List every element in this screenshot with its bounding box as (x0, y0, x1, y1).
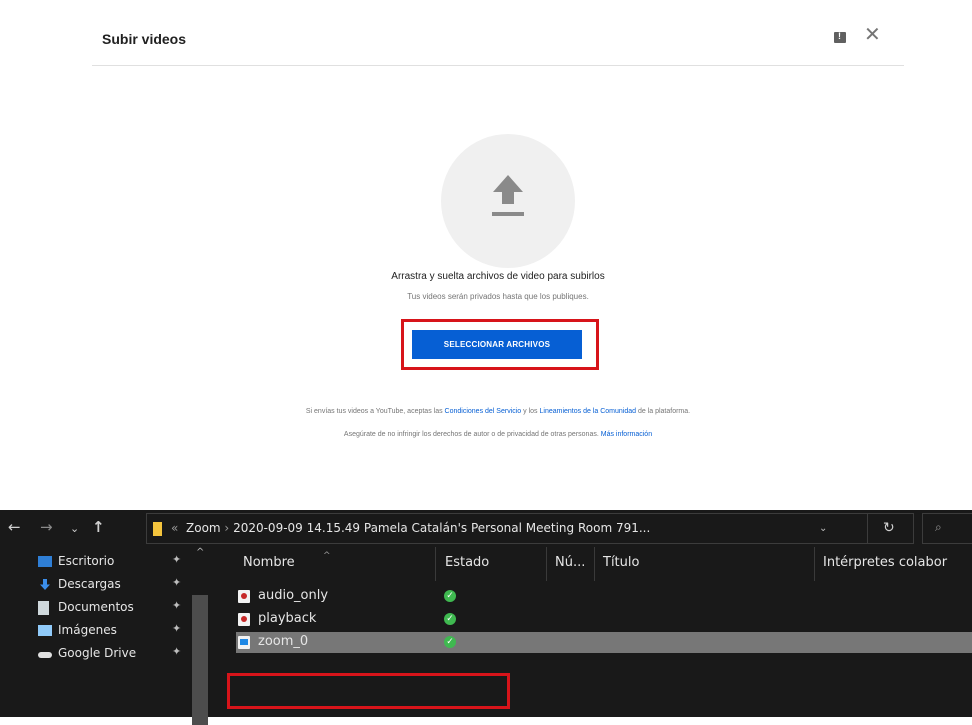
sidebar-item-google-drive[interactable]: Google Drive ✦ (38, 644, 198, 666)
column-label: Nombre (243, 555, 295, 570)
pictures-icon (38, 625, 52, 636)
sort-ascending-icon: ^ (323, 551, 331, 561)
file-row-highlight (227, 673, 510, 709)
sidebar-item-label: Descargas (58, 577, 121, 591)
address-bar-row: ← → ⌄ ↑ « Zoom › 2020-09-09 14.15.49 Pam… (0, 510, 972, 547)
breadcrumb-zoom[interactable]: Zoom (186, 521, 221, 535)
terms-notice: Si envías tus videos a YouTube, aceptas … (92, 408, 904, 415)
refresh-button[interactable]: ↻ (868, 513, 914, 544)
upload-drop-zone[interactable] (441, 134, 575, 268)
file-row[interactable]: audio_only ✓ (236, 586, 972, 607)
file-row[interactable]: playback ✓ (236, 609, 972, 630)
audio-file-icon (238, 613, 250, 626)
forward-arrow-icon[interactable]: → (40, 519, 53, 535)
column-estado[interactable]: Estado (445, 555, 489, 570)
file-name: playback (258, 611, 317, 626)
pin-icon: ✦ (172, 622, 182, 635)
copyright-text: Asegúrate de no infringir los derechos d… (343, 431, 601, 438)
close-icon[interactable]: ✕ (864, 25, 881, 45)
address-bar[interactable]: « Zoom › 2020-09-09 14.15.49 Pamela Cata… (146, 513, 868, 544)
terms-prefix: Si envías tus videos a YouTube, aceptas … (305, 408, 445, 415)
sidebar-item-imagenes[interactable]: Imágenes ✦ (38, 621, 198, 643)
dialog-header: Subir videos ✕ (92, 10, 904, 66)
column-divider[interactable] (814, 547, 815, 581)
documents-icon (38, 601, 49, 615)
copyright-notice: Asegúrate de no infringir los derechos d… (92, 431, 904, 438)
up-arrow-icon[interactable]: ↑ (92, 519, 105, 535)
search-input[interactable]: ⌕ (922, 513, 972, 544)
address-dropdown-icon[interactable]: ⌄ (819, 523, 827, 534)
downloads-icon (40, 579, 50, 590)
column-divider[interactable] (594, 547, 595, 581)
more-info-link[interactable]: Más información (601, 431, 652, 438)
sidebar-item-descargas[interactable]: Descargas ✦ (38, 575, 198, 597)
search-icon: ⌕ (935, 520, 942, 534)
column-headers: ^ Nombre Estado Nú... Título Intérpretes… (213, 547, 972, 581)
community-guidelines-link[interactable]: Lineamientos de la Comunidad (540, 408, 637, 415)
breadcrumb-folder[interactable]: 2020-09-09 14.15.49 Pamela Catalán's Per… (233, 521, 650, 535)
column-nombre[interactable]: ^ Nombre (243, 551, 331, 570)
terms-middle: y los (521, 408, 540, 415)
sidebar-item-label: Google Drive (58, 646, 137, 660)
file-name: zoom_0 (258, 634, 309, 649)
column-divider[interactable] (546, 547, 547, 581)
sync-status-icon: ✓ (444, 613, 456, 625)
pin-icon: ✦ (172, 576, 182, 589)
sync-status-icon: ✓ (444, 636, 456, 648)
column-divider[interactable] (435, 547, 436, 581)
file-row-selected[interactable]: zoom_0 ✓ (236, 632, 972, 653)
desktop-icon (38, 556, 52, 567)
column-titulo[interactable]: Título (603, 555, 639, 570)
navigation-pane: ^ Escritorio ✦ Descargas ✦ Documentos ✦ … (0, 547, 213, 725)
breadcrumb-separator[interactable]: › (224, 521, 229, 535)
google-drive-icon (38, 652, 52, 658)
pin-icon: ✦ (172, 599, 182, 612)
column-numero[interactable]: Nú... (555, 555, 585, 570)
column-interpretes[interactable]: Intérpretes colabor (823, 555, 947, 570)
feedback-icon[interactable] (834, 31, 846, 43)
back-arrow-icon[interactable]: ← (8, 519, 21, 535)
privacy-note: Tus videos serán privados hasta que los … (407, 292, 589, 301)
sidebar-item-escritorio[interactable]: Escritorio ✦ (38, 552, 198, 574)
sidebar-item-label: Documentos (58, 600, 134, 614)
recent-locations-icon[interactable]: ⌄ (70, 521, 79, 537)
sidebar-item-label: Imágenes (58, 623, 117, 637)
upload-dialog: Subir videos ✕ Arrastra y suelta archivo… (92, 10, 904, 468)
terms-of-service-link[interactable]: Condiciones del Servicio (445, 408, 522, 415)
terms-suffix: de la plataforma. (636, 408, 691, 415)
sidebar-item-label: Escritorio (58, 554, 115, 568)
sidebar-item-documentos[interactable]: Documentos ✦ (38, 598, 198, 620)
pin-icon: ✦ (172, 645, 182, 658)
audio-file-icon (238, 590, 250, 603)
drag-drop-instruction: Arrastra y suelta archivos de video para… (391, 271, 605, 282)
select-files-button[interactable]: SELECCIONAR ARCHIVOS (412, 330, 582, 359)
path-overflow[interactable]: « (171, 521, 178, 535)
refresh-icon: ↻ (883, 520, 895, 536)
video-file-icon (238, 636, 250, 649)
file-name: audio_only (258, 588, 329, 603)
breadcrumb: Zoom › 2020-09-09 14.15.49 Pamela Catalá… (186, 521, 650, 535)
upload-arrow-icon (492, 175, 524, 216)
pin-icon: ✦ (172, 553, 182, 566)
folder-icon (153, 522, 162, 536)
dialog-title: Subir videos (102, 31, 187, 47)
sync-status-icon: ✓ (444, 590, 456, 602)
